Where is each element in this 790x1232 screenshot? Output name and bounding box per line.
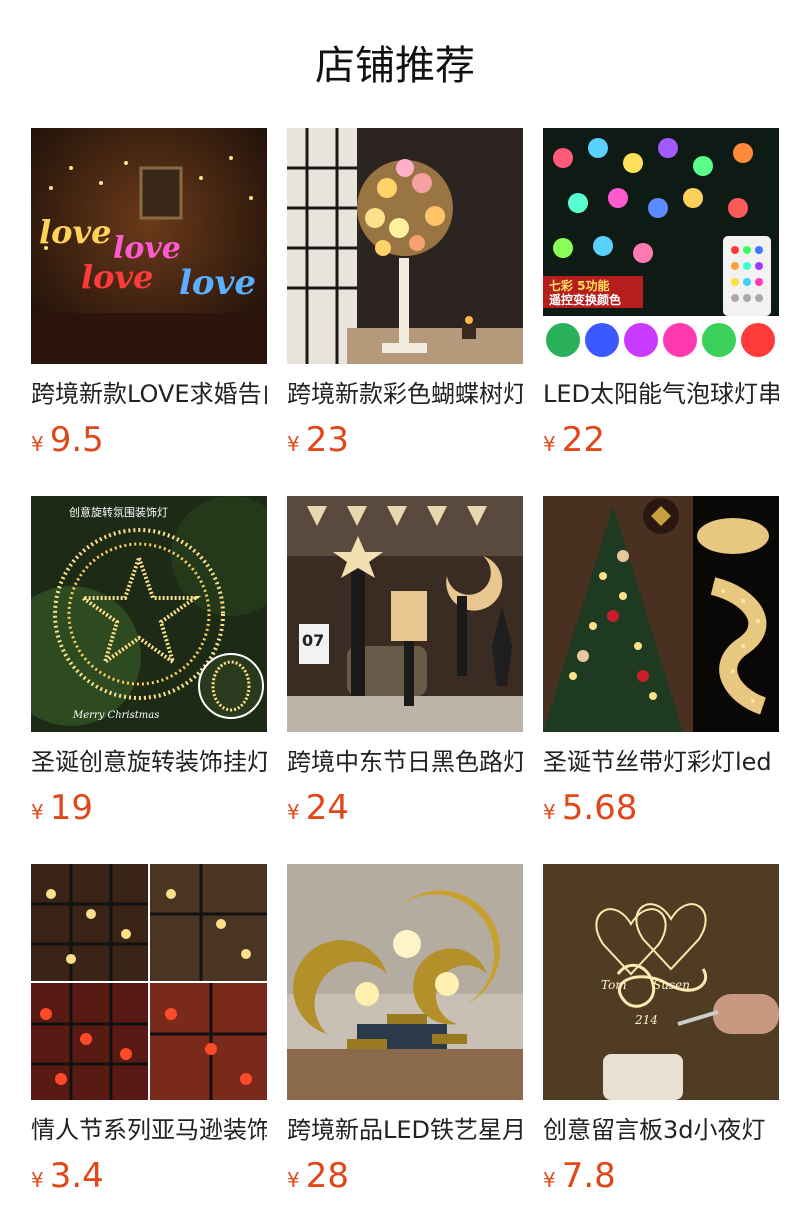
product-image[interactable] bbox=[287, 128, 523, 364]
price-value: 22 bbox=[561, 420, 605, 460]
product-card[interactable]: 七彩 5功能 遥控变换颜色 LED太阳能气泡球灯串 ¥22 bbox=[543, 128, 779, 496]
product-name[interactable]: 跨境中东节日黑色路灯 bbox=[287, 746, 523, 778]
product-image[interactable] bbox=[287, 864, 523, 1100]
product-name[interactable]: LED太阳能气泡球灯串 bbox=[543, 378, 779, 410]
product-name[interactable]: 跨境新款LOVE求婚告白 bbox=[31, 378, 267, 410]
product-image[interactable]: Tom Susen 214 bbox=[543, 864, 779, 1100]
price-value: 19 bbox=[49, 788, 93, 828]
product-card[interactable]: 情人节系列亚马逊装饰 ¥3.4 bbox=[31, 864, 267, 1232]
product-card[interactable]: 跨境新品LED铁艺星月灯 ¥28 bbox=[287, 864, 523, 1232]
svg-text:love: love bbox=[81, 258, 153, 296]
page-title: 店铺推荐 bbox=[315, 43, 475, 89]
product-grid: love love love love 跨境新款LOVE求婚告白 ¥9.5 跨境… bbox=[31, 128, 779, 1232]
svg-text:Susen: Susen bbox=[653, 978, 690, 992]
product-card[interactable]: love love love love 跨境新款LOVE求婚告白 ¥9.5 bbox=[31, 128, 267, 496]
price-value: 7.8 bbox=[561, 1156, 616, 1196]
svg-text:Merry Christmas: Merry Christmas bbox=[72, 710, 159, 721]
product-card[interactable]: 圣诞节丝带灯彩灯led ¥5.68 bbox=[543, 496, 779, 864]
currency-symbol: ¥ bbox=[31, 432, 44, 456]
product-name[interactable]: 情人节系列亚马逊装饰 bbox=[31, 1114, 267, 1146]
currency-symbol: ¥ bbox=[287, 800, 300, 824]
product-card[interactable]: 创意旋转氛围装饰灯 Merry Christmas 圣诞创意旋转装饰挂灯 ¥19 bbox=[31, 496, 267, 864]
currency-symbol: ¥ bbox=[31, 800, 44, 824]
price-value: 24 bbox=[305, 788, 349, 828]
product-price: ¥7.8 bbox=[543, 1156, 779, 1202]
product-name[interactable]: 跨境新款彩色蝴蝶树灯 bbox=[287, 378, 523, 410]
price-value: 3.4 bbox=[49, 1156, 104, 1196]
price-value: 23 bbox=[305, 420, 349, 460]
product-image[interactable]: 07 bbox=[287, 496, 523, 732]
svg-text:七彩 5功能: 七彩 5功能 bbox=[549, 278, 610, 293]
price-value: 5.68 bbox=[561, 788, 638, 828]
svg-text:创意旋转氛围装饰灯: 创意旋转氛围装饰灯 bbox=[69, 505, 168, 519]
currency-symbol: ¥ bbox=[31, 1168, 44, 1192]
svg-text:07: 07 bbox=[302, 631, 324, 650]
product-name[interactable]: 跨境新品LED铁艺星月灯 bbox=[287, 1114, 523, 1146]
product-image[interactable] bbox=[543, 496, 779, 732]
price-value: 28 bbox=[305, 1156, 349, 1196]
product-price: ¥24 bbox=[287, 788, 523, 834]
product-price: ¥19 bbox=[31, 788, 267, 834]
product-name[interactable]: 圣诞节丝带灯彩灯led bbox=[543, 746, 779, 778]
currency-symbol: ¥ bbox=[543, 432, 556, 456]
product-price: ¥22 bbox=[543, 420, 779, 466]
product-name[interactable]: 创意留言板3d小夜灯 bbox=[543, 1114, 779, 1146]
currency-symbol: ¥ bbox=[543, 1168, 556, 1192]
svg-text:love: love bbox=[179, 263, 256, 303]
svg-text:Tom: Tom bbox=[601, 978, 627, 992]
svg-text:214: 214 bbox=[634, 1013, 658, 1027]
product-image[interactable]: 创意旋转氛围装饰灯 Merry Christmas bbox=[31, 496, 267, 732]
svg-text:love: love bbox=[39, 213, 111, 251]
price-value: 9.5 bbox=[49, 420, 104, 460]
product-price: ¥5.68 bbox=[543, 788, 779, 834]
product-name[interactable]: 圣诞创意旋转装饰挂灯 bbox=[31, 746, 267, 778]
product-price: ¥3.4 bbox=[31, 1156, 267, 1202]
currency-symbol: ¥ bbox=[543, 800, 556, 824]
svg-text:遥控变换颜色: 遥控变换颜色 bbox=[549, 292, 621, 307]
product-price: ¥23 bbox=[287, 420, 523, 466]
product-card[interactable]: Tom Susen 214 创意留言板3d小夜灯 ¥7.8 bbox=[543, 864, 779, 1232]
product-price: ¥28 bbox=[287, 1156, 523, 1202]
product-price: ¥9.5 bbox=[31, 420, 267, 466]
product-image[interactable]: 七彩 5功能 遥控变换颜色 bbox=[543, 128, 779, 364]
product-card[interactable]: 跨境新款彩色蝴蝶树灯 ¥23 bbox=[287, 128, 523, 496]
currency-symbol: ¥ bbox=[287, 1168, 300, 1192]
product-image[interactable] bbox=[31, 864, 267, 1100]
product-image[interactable]: love love love love bbox=[31, 128, 267, 364]
currency-symbol: ¥ bbox=[287, 432, 300, 456]
product-card[interactable]: 07 跨境中东节日黑色路灯 ¥24 bbox=[287, 496, 523, 864]
